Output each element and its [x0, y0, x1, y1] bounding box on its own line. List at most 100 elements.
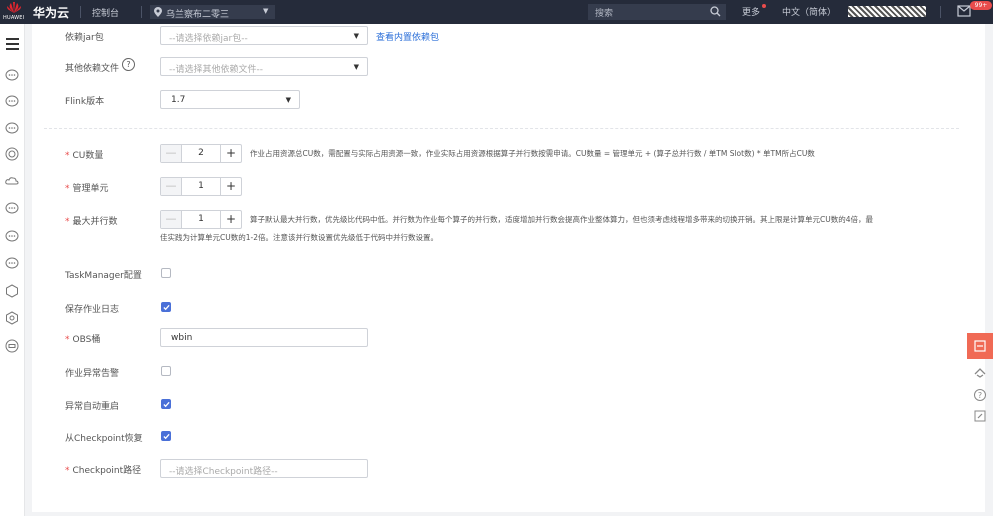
- checkpoint-path-placeholder: --请选择Checkpoint路径--: [169, 467, 278, 477]
- service-icon[interactable]: [5, 94, 19, 108]
- section-divider: [44, 128, 959, 129]
- notification-dot: [762, 4, 766, 8]
- builtin-deps-link[interactable]: 查看内置依赖包: [376, 30, 439, 43]
- search-icon[interactable]: [710, 6, 721, 20]
- auto-restart-label: 异常自动重启: [65, 402, 120, 412]
- cu-label: * CU数量: [65, 148, 103, 161]
- required-mark: *: [65, 466, 70, 476]
- menu-icon[interactable]: [6, 38, 19, 53]
- support-icon[interactable]: [973, 366, 987, 380]
- taskmanager-label: TaskManager配置: [65, 271, 142, 281]
- brand-name[interactable]: 华为云: [33, 4, 69, 21]
- help-icon[interactable]: ?: [122, 58, 135, 71]
- required-mark: *: [65, 151, 70, 161]
- huawei-logo[interactable]: HUAWEI: [3, 2, 25, 22]
- obs-label-text: OBS桶: [72, 335, 101, 345]
- huawei-flower-icon: [7, 2, 21, 13]
- checkpoint-path-input[interactable]: --请选择Checkpoint路径--: [160, 459, 368, 478]
- mgmt-unit-label-text: 管理单元: [72, 184, 109, 194]
- alarm-label: 作业异常告警: [65, 369, 120, 379]
- jar-placeholder: --请选择依赖jar包--: [169, 34, 248, 44]
- check-icon: [163, 433, 170, 440]
- search-placeholder: 搜索: [595, 9, 614, 19]
- other-files-select[interactable]: --请选择其他依赖文件-- ▼: [160, 57, 368, 76]
- checkpoint-path-label-text: Checkpoint路径: [72, 466, 142, 476]
- obs-label: * OBS桶: [65, 332, 100, 345]
- hexagon-icon[interactable]: [5, 284, 19, 298]
- cloud-icon[interactable]: [5, 174, 19, 188]
- other-files-row: 其他依赖文件 ? --请选择其他依赖文件-- ▼: [32, 57, 985, 77]
- increment-button[interactable]: +: [220, 178, 241, 195]
- checkpoint-path-label: * Checkpoint路径: [65, 463, 141, 476]
- service-icon[interactable]: [5, 256, 19, 270]
- alarm-checkbox[interactable]: [161, 366, 171, 376]
- max-parallel-description-1: 算子默认最大并行数，优先级比代码中低。并行数为作业每个算子的并行数，适度增加并行…: [250, 215, 873, 224]
- save-log-label: 保存作业日志: [65, 305, 120, 315]
- max-parallel-stepper[interactable]: — 1 +: [160, 210, 242, 229]
- search-input[interactable]: 搜索: [588, 4, 726, 20]
- save-log-row: 保存作业日志: [32, 300, 985, 320]
- check-icon: [163, 401, 170, 408]
- jar-row: 依赖jar包 --请选择依赖jar包-- ▼ 查看内置依赖包: [32, 26, 985, 46]
- max-parallel-value[interactable]: 1: [181, 211, 221, 228]
- max-parallel-description-2: 佳实践为计算单元CU数的1-2倍。注意该并行数设置优先级低于代码中并行数设置。: [160, 233, 438, 242]
- mail-icon[interactable]: [957, 5, 971, 20]
- cu-row: * CU数量 — 2 + 作业占用资源总CU数，需配置与实际占用资源一致，作业实际…: [32, 144, 985, 164]
- more-menu[interactable]: 更多: [742, 5, 760, 18]
- decrement-button[interactable]: —: [161, 211, 182, 228]
- cu-description: 作业占用资源总CU数，需配置与实际占用资源一致，作业实际占用资源根据算子并行数按…: [250, 149, 815, 158]
- alarm-row: 作业异常告警: [32, 364, 985, 384]
- flink-version-select[interactable]: 1.7 ▼: [160, 90, 300, 109]
- chevron-down-icon: ▼: [285, 96, 291, 104]
- console-link[interactable]: 控制台: [92, 6, 119, 19]
- cu-stepper[interactable]: — 2 +: [160, 144, 242, 163]
- required-mark: *: [65, 184, 70, 194]
- chevron-down-icon: ▼: [353, 63, 359, 71]
- help-icon[interactable]: ?: [973, 388, 987, 402]
- service-icon[interactable]: [5, 121, 19, 135]
- cu-label-text: CU数量: [72, 151, 104, 161]
- auto-restart-row: 异常自动重启: [32, 397, 985, 417]
- chat-icon[interactable]: [5, 339, 19, 353]
- floating-toolbar: ?: [967, 333, 993, 433]
- divider: [940, 6, 941, 18]
- service-icon[interactable]: [5, 68, 19, 82]
- decrement-button[interactable]: —: [161, 145, 182, 162]
- max-parallel-row: * 最大并行数 — 1 + 算子默认最大并行数，优先级比代码中低。并行数为作业每个…: [32, 210, 985, 242]
- mgmt-unit-stepper[interactable]: — 1 +: [160, 177, 242, 196]
- required-mark: *: [65, 217, 70, 227]
- checkpoint-path-row: * Checkpoint路径 --请选择Checkpoint路径--: [32, 459, 985, 479]
- save-log-checkbox[interactable]: [161, 302, 171, 312]
- service-icon[interactable]: [5, 229, 19, 243]
- auto-restart-checkbox[interactable]: [161, 399, 171, 409]
- divider: [80, 6, 81, 18]
- obs-bucket-input[interactable]: wbin: [160, 328, 368, 347]
- taskmanager-row: TaskManager配置: [32, 266, 985, 286]
- increment-button[interactable]: +: [220, 211, 241, 228]
- flink-version-value: 1.7: [171, 95, 186, 105]
- decrement-button[interactable]: —: [161, 178, 182, 195]
- checkpoint-restore-label: 从Checkpoint恢复: [65, 434, 143, 444]
- username-redacted[interactable]: [848, 6, 926, 17]
- region-selector[interactable]: 乌兰察布二零三 ▼: [150, 5, 275, 20]
- shield-icon[interactable]: [5, 311, 19, 325]
- edit-icon[interactable]: [973, 409, 987, 423]
- service-icon[interactable]: [5, 201, 19, 215]
- checkpoint-restore-checkbox[interactable]: [161, 431, 171, 441]
- feedback-button[interactable]: [967, 333, 993, 359]
- side-nav: [0, 24, 25, 516]
- flink-version-row: Flink版本 1.7 ▼: [32, 90, 985, 110]
- increment-button[interactable]: +: [220, 145, 241, 162]
- taskmanager-checkbox[interactable]: [161, 268, 171, 278]
- jar-select[interactable]: --请选择依赖jar包-- ▼: [160, 26, 368, 45]
- cu-value[interactable]: 2: [181, 145, 221, 162]
- database-icon[interactable]: [5, 147, 19, 161]
- feedback-icon: [974, 340, 986, 352]
- language-selector[interactable]: 中文（简体）: [782, 5, 836, 18]
- region-name: 乌兰察布二零三: [166, 10, 230, 20]
- mgmt-unit-value[interactable]: 1: [181, 178, 221, 195]
- other-files-label: 其他依赖文件: [65, 64, 120, 74]
- obs-row: * OBS桶 wbin: [32, 328, 985, 348]
- divider: [141, 6, 142, 18]
- location-pin-icon: [154, 7, 162, 20]
